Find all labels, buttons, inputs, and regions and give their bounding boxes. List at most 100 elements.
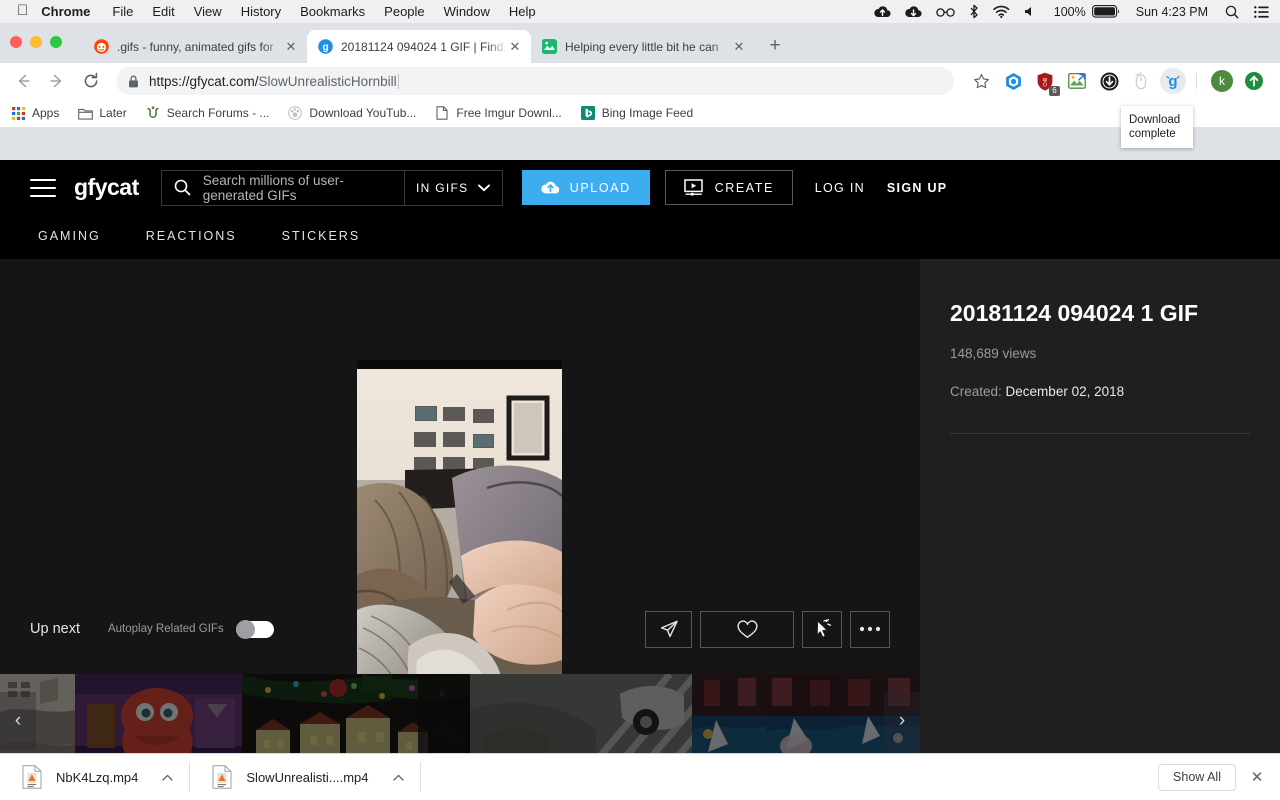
close-tab-button[interactable]: ✕ (507, 39, 523, 55)
menu-item-view[interactable]: View (194, 4, 222, 19)
site-nav: GAMING REACTIONS STICKERS (0, 215, 1280, 257)
battery-icon[interactable] (1091, 5, 1120, 18)
site-header: gfycat Search millions of user-generated… (0, 160, 1280, 259)
control-center-icon[interactable] (1254, 5, 1269, 18)
close-shelf-button[interactable]: ✕ (1242, 768, 1272, 786)
tab-helping-every-little-bit[interactable]: Helping every little bit he can ✕ (531, 30, 755, 63)
autoplay-toggle[interactable] (235, 619, 274, 639)
search-input[interactable]: Search millions of user-generated GIFs (162, 171, 404, 205)
gfycat-extension-icon[interactable]: g (1160, 68, 1186, 94)
menu-item-edit[interactable]: Edit (152, 4, 174, 19)
bookmark-free-imgur-downloader[interactable]: Free Imgur Downl... (434, 105, 562, 121)
signup-link[interactable]: SIGN UP (887, 181, 948, 195)
close-window-button[interactable] (10, 36, 22, 48)
menu-item-chrome[interactable]: Chrome (41, 4, 90, 19)
bookmark-star-icon[interactable] (968, 68, 994, 94)
bookmark-apps[interactable]: Apps (10, 105, 59, 121)
image-downloader-extension-icon[interactable] (1064, 68, 1090, 94)
screen:  Chrome File Edit View History Bookmark… (0, 0, 1280, 800)
tab-gifs-funny[interactable]: .gifs - funny, animated gifs for ✕ (83, 30, 307, 63)
cloud-upload-icon (541, 180, 560, 195)
profile-avatar[interactable]: k (1209, 68, 1235, 94)
menu-item-people[interactable]: People (384, 4, 424, 19)
menu-item-window[interactable]: Window (444, 4, 490, 19)
cloud-upload-icon[interactable] (874, 5, 891, 18)
player-action-buttons (645, 604, 890, 654)
upload-button[interactable]: UPLOAD (521, 170, 650, 205)
address-bar[interactable]: https://gfycat.com/SlowUnrealisticHornbi… (116, 67, 954, 95)
bookmark-later[interactable]: Later (77, 105, 127, 121)
download-menu-button[interactable] (392, 774, 404, 781)
more-button[interactable] (850, 610, 890, 648)
up-next-label: Up next (30, 621, 80, 637)
mouse-gesture-extension-icon[interactable] (1128, 68, 1154, 94)
autoplay-toggle-group: Autoplay Related GIFs (108, 619, 274, 639)
gif-player[interactable] (357, 360, 562, 728)
cloud-download-icon[interactable] (905, 5, 922, 18)
menu-item-bookmarks[interactable]: Bookmarks (300, 4, 365, 19)
blue-hexagon-extension-icon[interactable] (1000, 68, 1026, 94)
extension-badge-count: 6 (1049, 86, 1060, 96)
prev-related-button[interactable]: ‹ (0, 692, 36, 750)
upload-button-label: UPLOAD (569, 180, 631, 195)
nav-link-stickers[interactable]: STICKERS (282, 229, 361, 243)
glasses-icon[interactable] (936, 7, 955, 17)
view-count: 148,689 views (950, 346, 1037, 361)
close-tab-button[interactable]: ✕ (283, 39, 299, 55)
folder-icon (77, 105, 93, 121)
imgur-icon (541, 39, 557, 55)
reddit-icon (93, 39, 109, 55)
volume-icon[interactable] (1024, 5, 1037, 18)
apple-logo-icon[interactable]:  (17, 3, 28, 18)
nav-link-reactions[interactable]: REACTIONS (146, 229, 237, 243)
download-menu-button[interactable] (162, 774, 174, 781)
login-link[interactable]: LOG IN (815, 181, 865, 195)
share-button[interactable] (645, 610, 692, 648)
green-update-arrow-icon[interactable] (1241, 68, 1267, 94)
create-button-label: CREATE (714, 180, 774, 195)
maximize-window-button[interactable] (50, 36, 62, 48)
forward-button[interactable] (42, 66, 72, 96)
chrome-window: .gifs - funny, animated gifs for ✕ g 201… (0, 23, 1280, 800)
create-button[interactable]: CREATE (664, 170, 793, 205)
hamburger-icon[interactable] (30, 178, 56, 197)
back-button[interactable] (8, 66, 38, 96)
bookmark-label: Free Imgur Downl... (456, 106, 562, 120)
avatar-initial: k (1211, 70, 1233, 92)
menu-bar-clock[interactable]: Sun 4:23 PM (1136, 5, 1208, 19)
battery-percent-label: 100% (1053, 4, 1086, 19)
download-filename: NbK4Lzq.mp4 (56, 769, 139, 785)
wifi-icon[interactable] (992, 5, 1010, 18)
bookmark-search-forums[interactable]: Search Forums - ... (145, 105, 269, 121)
svg-text:g: g (1168, 73, 1177, 90)
show-all-downloads-button[interactable]: Show All (1158, 763, 1236, 791)
toolbar-icons: uO 6 g k (962, 68, 1267, 96)
react-button[interactable] (802, 610, 842, 648)
spotlight-search-icon[interactable] (1225, 5, 1239, 19)
mp4-file-icon (212, 765, 232, 789)
menu-item-file[interactable]: File (112, 4, 133, 19)
menu-item-help[interactable]: Help (509, 4, 536, 19)
macos-menu-bar:  Chrome File Edit View History Bookmark… (0, 0, 1280, 23)
bluetooth-icon[interactable] (969, 4, 979, 19)
nav-link-gaming[interactable]: GAMING (38, 229, 101, 243)
page-content: Up next Autoplay Related GIFs ‹ › 201811… (0, 259, 1280, 768)
bookmark-download-youtube[interactable]: Download YouTub... (287, 105, 416, 121)
like-button[interactable] (700, 610, 794, 648)
new-tab-button[interactable]: + (761, 32, 789, 60)
next-related-button[interactable]: › (884, 692, 920, 750)
download-item[interactable]: SlowUnrealisti....mp4 (190, 754, 421, 800)
search-scope-dropdown[interactable]: IN GIFS (403, 170, 502, 205)
red-shield-adblock-icon[interactable]: uO 6 (1032, 68, 1060, 96)
page-title: 20181124 094024 1 GIF (950, 300, 1199, 326)
reload-button[interactable] (76, 66, 106, 96)
menu-item-history[interactable]: History (241, 4, 281, 19)
video-downloader-extension-icon[interactable] (1096, 68, 1122, 94)
tab-gfycat-active[interactable]: g 20181124 094024 1 GIF | Find, ✕ (307, 30, 531, 63)
bookmark-bing-image-feed[interactable]: Bing Image Feed (580, 105, 693, 121)
bookmark-label: Apps (32, 106, 60, 120)
close-tab-button[interactable]: ✕ (731, 39, 747, 55)
download-item[interactable]: NbK4Lzq.mp4 (0, 754, 191, 800)
minimize-window-button[interactable] (30, 36, 42, 48)
gfycat-logo[interactable]: gfycat (74, 174, 139, 201)
